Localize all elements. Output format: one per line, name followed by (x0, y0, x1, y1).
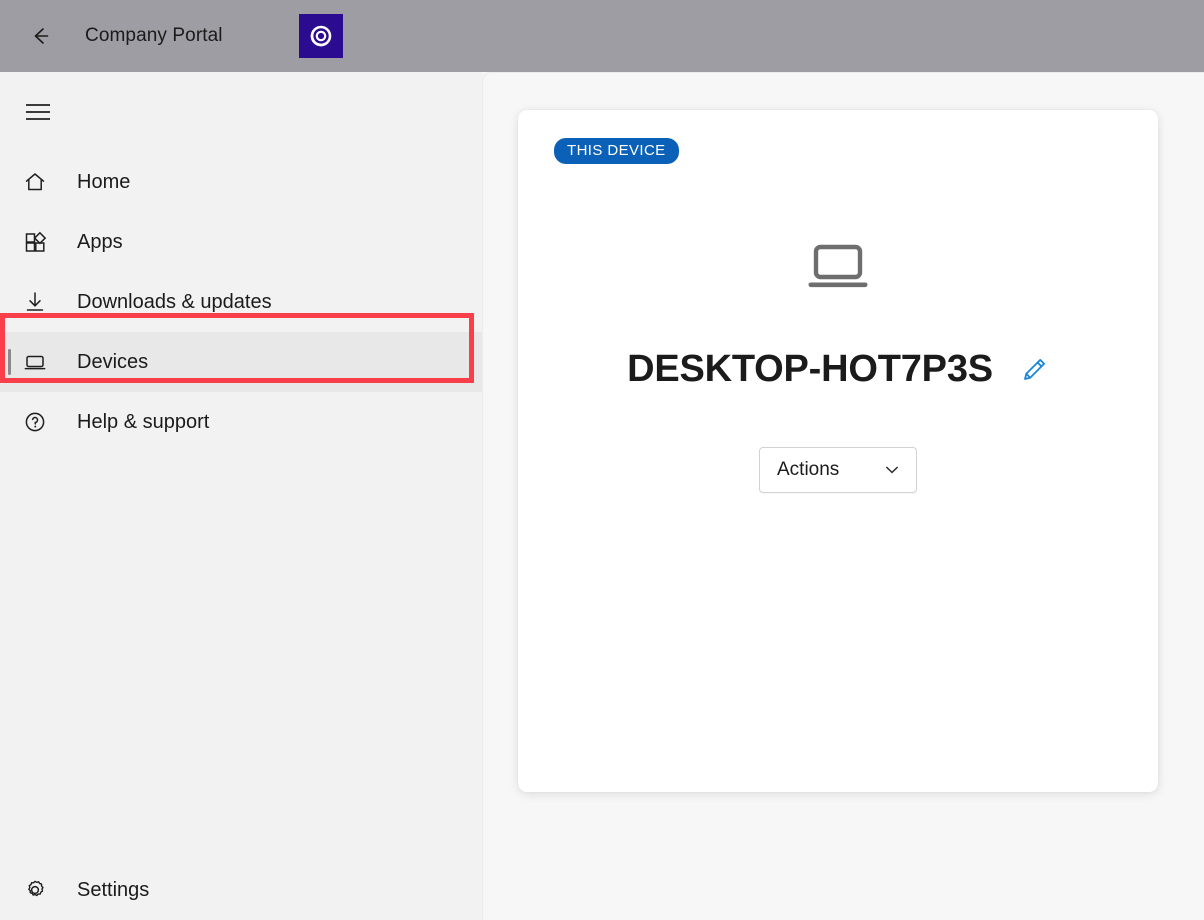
sidebar-item-label: Home (77, 171, 130, 194)
hamburger-menu-button[interactable] (14, 90, 62, 134)
actions-dropdown-button[interactable]: Actions (759, 447, 917, 493)
gear-icon (22, 877, 60, 903)
sidebar-item-label: Devices (77, 351, 148, 374)
device-name: DESKTOP-HOT7P3S (627, 348, 993, 391)
laptop-icon (22, 349, 60, 375)
sidebar-item-settings[interactable]: Settings (0, 860, 482, 920)
selection-indicator (8, 349, 11, 375)
home-icon (22, 169, 60, 195)
hamburger-line (26, 118, 50, 120)
actions-button-label: Actions (777, 459, 839, 481)
hamburger-line (26, 104, 50, 106)
sidebar-item-label: Settings (77, 879, 149, 902)
hamburger-line (26, 111, 50, 113)
sidebar-nav: Home Apps (0, 152, 482, 452)
sidebar-item-devices[interactable]: Devices (0, 332, 482, 392)
chevron-down-icon (883, 461, 901, 479)
device-visual: DESKTOP-HOT7P3S Actions (518, 242, 1158, 493)
download-icon (22, 289, 60, 315)
status-badge: THIS DEVICE (554, 138, 679, 164)
sidebar-item-downloads-and-updates[interactable]: Downloads & updates (0, 272, 482, 332)
device-card: THIS DEVICE DESKTOP-HOT7P3S (518, 110, 1158, 792)
company-portal-window: Company Portal (0, 0, 1204, 920)
app-title: Company Portal (85, 25, 223, 47)
sidebar-item-apps[interactable]: Apps (0, 212, 482, 272)
apps-icon (22, 229, 60, 255)
sidebar-item-label: Help & support (77, 411, 209, 434)
pencil-edit-icon[interactable] (1019, 355, 1049, 385)
main-content: THIS DEVICE DESKTOP-HOT7P3S (482, 72, 1204, 920)
sidebar: Home Apps (0, 72, 482, 920)
back-button[interactable] (17, 14, 63, 58)
sidebar-item-help-and-support[interactable]: Help & support (0, 392, 482, 452)
title-bar: Company Portal (0, 0, 1204, 72)
device-name-row: DESKTOP-HOT7P3S (627, 348, 1049, 391)
help-circle-icon (22, 409, 60, 435)
sidebar-item-label: Apps (77, 231, 123, 254)
sidebar-item-home[interactable]: Home (0, 152, 482, 212)
laptop-icon (804, 242, 872, 294)
sidebar-item-label: Downloads & updates (77, 291, 272, 314)
company-portal-logo-icon (299, 14, 343, 58)
back-arrow-icon (27, 23, 53, 49)
